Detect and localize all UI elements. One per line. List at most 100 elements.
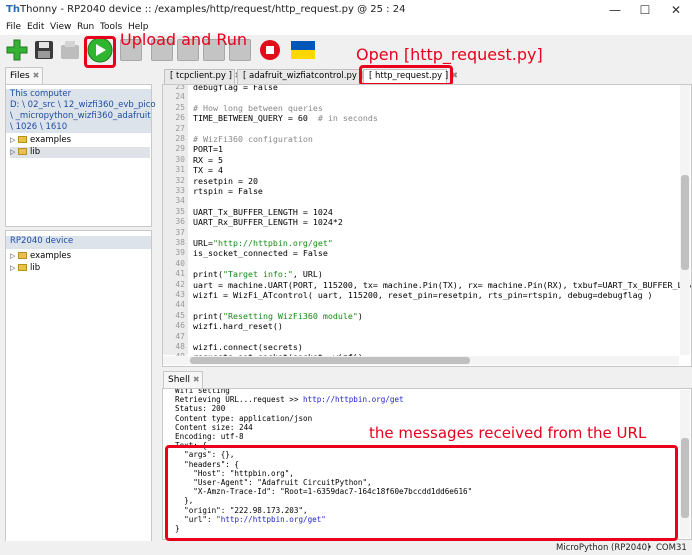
tab-tcpclient[interactable]: [ tcpclient.py ] ✖ (164, 69, 242, 84)
code-editor[interactable]: 23 24 25 26 27 28 29 30 31 32 33 34 35 36 37 38 39 40 41 42… (162, 84, 692, 367)
shell-token: http://httpbin.org/get (303, 395, 404, 405)
line-number: 24 (175, 92, 185, 102)
tree-item-label: examples (30, 251, 72, 261)
code-token: RX = 5 (193, 154, 223, 165)
expand-arrow-icon[interactable]: ▷ (10, 147, 18, 158)
maximize-button[interactable]: ☐ (630, 1, 660, 19)
line-number: 36 (175, 217, 185, 227)
expand-arrow-icon[interactable]: ▷ (10, 135, 18, 146)
code-line: print("Target info:", URL) (193, 269, 323, 279)
shell-token: Wifi setting (175, 388, 230, 395)
line-number: 48 (175, 342, 185, 351)
line-number: 41 (175, 269, 185, 279)
menu-tools[interactable]: Tools (100, 22, 122, 32)
code-token: TIME_BETWEEN_QUERY = 60 (193, 113, 318, 124)
shell-line: Encoding: utf-8 (175, 432, 244, 441)
shell-line: Content size: 244 (175, 423, 253, 432)
files-tab[interactable]: Files ✖ (5, 67, 43, 84)
shell-line: Status: 200 (175, 404, 225, 413)
editor-horizontal-scroll-thumb[interactable] (190, 357, 470, 364)
menu-file[interactable]: File (6, 22, 21, 32)
menu-run[interactable]: Run (77, 22, 94, 32)
new-file-icon[interactable] (6, 39, 28, 61)
line-number: 44 (175, 300, 185, 310)
code-line: PORT=1 (193, 144, 223, 154)
tab-label: [ adafruit_wizfiatcontrol.py ] (243, 71, 363, 81)
code-token: rtspin = False (193, 186, 263, 196)
open-annotation: Open [http_request.py] (356, 45, 543, 64)
tab-adafruit-wizfiatcontrol[interactable]: [ adafruit_wizfiatcontrol.py ] ✖ (237, 69, 373, 84)
tree-item-label: lib (30, 147, 41, 157)
editor-vertical-scroll-thumb[interactable] (681, 175, 689, 270)
code-line: TIME_BETWEEN_QUERY = 60 # in seconds (193, 113, 378, 123)
code-token: UART_Rx_BUFFER_LENGTH = 1024*2 (193, 217, 343, 228)
code-line: UART_Rx_BUFFER_LENGTH = 1024*2 (193, 217, 343, 227)
close-icon[interactable]: ✖ (33, 71, 40, 80)
line-number: 28 (175, 134, 185, 143)
code-token: , URL) (292, 269, 323, 280)
line-number-gutter: 23 24 25 26 27 28 29 30 31 32 33 34 35 36 37 38 39 40 41 42… (163, 85, 188, 361)
code-token: wizfi = WizFi_ATcontrol( uart, 115200, r… (193, 290, 653, 300)
code-token: wizfi.connect(secrets) (193, 342, 303, 352)
open-icon[interactable] (59, 39, 81, 61)
menu-edit[interactable]: Edit (27, 22, 44, 32)
minimize-button[interactable]: — (600, 1, 630, 19)
line-number: 43 (175, 290, 185, 299)
shell-annotation: the messages received from the URL (369, 424, 647, 442)
line-number: 47 (175, 331, 185, 341)
close-window-button[interactable]: ✕ (661, 1, 691, 19)
tree-item-examples[interactable]: ▷ examples (10, 251, 71, 262)
save-icon[interactable] (33, 39, 55, 61)
folder-icon (18, 252, 27, 259)
status-separator: • (647, 543, 653, 553)
code-line: rtspin = False (193, 186, 263, 196)
code-line: wizfi = WizFi_ATcontrol( uart, 115200, r… (193, 290, 653, 300)
code-token: "Target info:" (222, 269, 293, 280)
line-number: 38 (175, 238, 185, 247)
line-number: 40 (175, 258, 185, 268)
shell-token: Content size: 244 (175, 422, 253, 432)
line-number: 42 (175, 279, 185, 289)
code-token: "http://httpbin.org/get" (212, 238, 333, 248)
code-line: # WizFi360 configuration (193, 134, 313, 144)
tree-item-label: examples (30, 135, 72, 145)
shell-tab[interactable]: Shell ✖ (163, 371, 203, 388)
code-token: UART_Tx_BUFFER_LENGTH = 1024 (193, 206, 333, 217)
expand-arrow-icon[interactable]: ▷ (10, 263, 18, 274)
shell-vertical-scroll-thumb[interactable] (681, 438, 689, 518)
files-pane: This computer D: \ 02_src \ 12_wizfi360_… (5, 84, 156, 542)
stop-icon[interactable] (259, 39, 281, 61)
expand-arrow-icon[interactable]: ▷ (10, 251, 18, 262)
files-tab-label: Files (10, 71, 30, 81)
close-icon[interactable]: ✖ (193, 375, 200, 384)
menu-view[interactable]: View (50, 22, 71, 32)
code-token: # How long between queries (193, 102, 323, 113)
code-token: "Resetting WizFi360 module" (222, 310, 358, 321)
this-computer-header: This computer D: \ 02_src \ 12_wizfi360_… (6, 89, 156, 133)
tree-item-examples[interactable]: ▷ examples (10, 135, 71, 146)
folder-icon (18, 264, 27, 271)
port-status[interactable]: COM31 (656, 543, 687, 553)
code-token: uart = machine.UART(PORT, 115200, tx= ma… (193, 279, 692, 290)
code-line: wizfi.connect(secrets) (193, 342, 303, 352)
computer-path-line: D: \ 02_src \ 12_wizfi360_evb_pico (10, 100, 156, 110)
line-number: 45 (175, 310, 185, 320)
line-number: 46 (175, 321, 185, 331)
tree-item-lib[interactable]: ▷ lib (10, 263, 40, 274)
code-line: debugflag = False (193, 85, 278, 92)
line-number: 32 (175, 175, 185, 185)
ukraine-flag-icon[interactable] (291, 41, 315, 59)
shell-token: Status: 200 (175, 404, 226, 414)
code-line: # How long between queries (193, 103, 323, 113)
line-number: 30 (175, 154, 185, 164)
code-token: resetpin = 20 (193, 175, 258, 186)
code-line: is_socket_connected = False (193, 248, 328, 258)
files-pane-splitter[interactable] (5, 226, 152, 231)
code-line: resetpin = 20 (193, 176, 258, 186)
shell-token: Retrieving URL...request >> (175, 395, 304, 405)
code-line: UART_Tx_BUFFER_LENGTH = 1024 (193, 207, 333, 217)
interpreter-status[interactable]: MicroPython (RP2040) (556, 543, 650, 553)
tree-item-lib[interactable]: ▷ lib (10, 147, 150, 158)
code-token: # in seconds (317, 113, 378, 124)
code-token: TX = 4 (193, 165, 223, 176)
